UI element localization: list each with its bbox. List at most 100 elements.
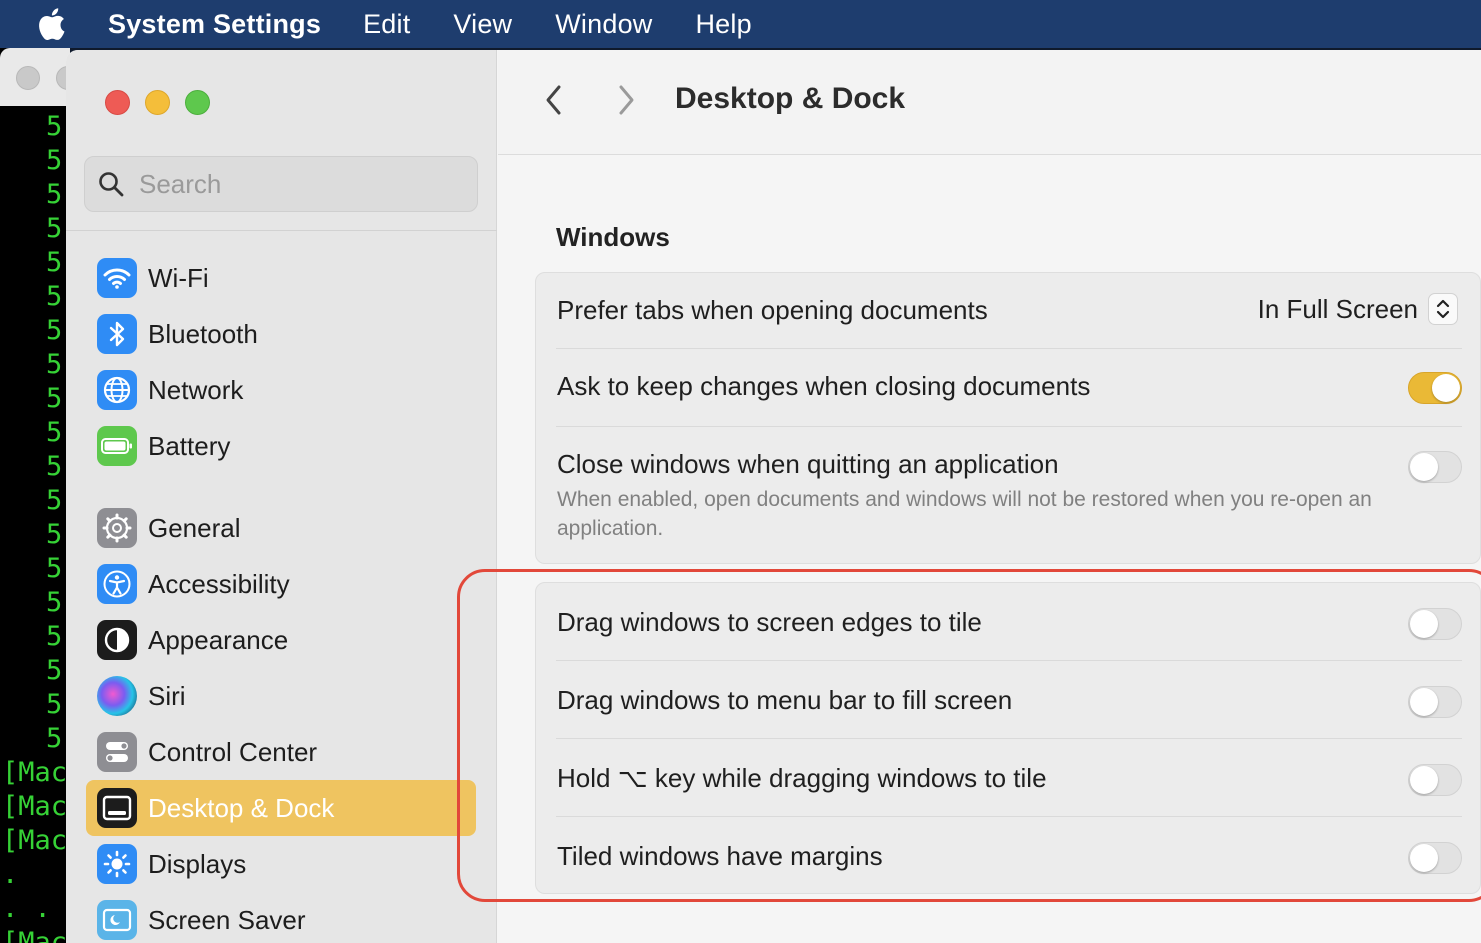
terminal-line: 5 (46, 315, 63, 346)
sidebar-item-screen-saver[interactable]: Screen Saver (86, 892, 476, 943)
sidebar-item-label: Accessibility (148, 568, 290, 599)
terminal-line: 5 (46, 485, 63, 516)
tile-edges-label: Drag windows to screen edges to tile (557, 607, 982, 637)
terminal-output: 5 5 5 5 5 5 5 5 5 5 5 5 5 5 5 5 5 5 5 [M… (0, 110, 70, 943)
terminal-line: [Mac (2, 757, 68, 788)
sidebar-item-label: Displays (148, 848, 247, 879)
ask-keep-changes-label: Ask to keep changes when closing documen… (557, 371, 1091, 401)
appearance-icon (97, 620, 137, 660)
menu-app-name[interactable]: System Settings (108, 9, 321, 40)
terminal-line: 5 (46, 247, 63, 278)
menu-window[interactable]: Window (555, 9, 652, 40)
fill-screen-row: Drag windows to menu bar to fill screen (536, 661, 1462, 739)
menu-view[interactable]: View (453, 9, 512, 40)
menu-edit[interactable]: Edit (363, 9, 410, 40)
terminal-line: [Mac (2, 791, 68, 822)
tile-edges-toggle[interactable] (1408, 608, 1462, 640)
zoom-window-button[interactable] (185, 90, 210, 115)
prefer-tabs-value: In Full Screen (1257, 293, 1418, 324)
battery-icon (97, 426, 137, 466)
sidebar-item-control-center[interactable]: Control Center (86, 724, 476, 780)
hold-option-row: Hold ⌥ key while dragging windows to til… (536, 739, 1462, 817)
tile-margins-label: Tiled windows have margins (557, 841, 883, 871)
sidebar-item-displays[interactable]: Displays (86, 836, 476, 892)
tile-margins-toggle[interactable] (1408, 842, 1462, 874)
ask-keep-changes-row: Ask to keep changes when closing documen… (536, 349, 1462, 427)
fill-screen-toggle[interactable] (1408, 686, 1462, 718)
tile-edges-row: Drag windows to screen edges to tile (536, 583, 1462, 661)
terminal-line: [Mac (2, 927, 68, 943)
terminal-line: 5 (46, 349, 63, 380)
sidebar-item-label: Control Center (148, 736, 318, 767)
fill-screen-label: Drag windows to menu bar to fill screen (557, 685, 1013, 715)
close-windows-row: Close windows when quitting an applicati… (536, 427, 1462, 565)
globe-icon (97, 370, 137, 410)
system-settings-window: Wi-Fi Bluetooth Network Battery General (66, 50, 1481, 943)
control-center-icon (97, 732, 137, 772)
terminal-line: 5 (46, 621, 63, 652)
tile-margins-row: Tiled windows have margins (536, 817, 1462, 895)
hold-option-toggle[interactable] (1408, 764, 1462, 796)
bluetooth-icon (97, 314, 137, 354)
apple-menu-icon[interactable] (0, 7, 108, 41)
page-title: Desktop & Dock (675, 82, 906, 115)
close-windows-label: Close windows when quitting an applicati… (557, 449, 1059, 479)
sidebar-item-desktop-dock[interactable]: Desktop & Dock (86, 780, 476, 836)
sidebar-item-siri[interactable]: Siri (86, 668, 476, 724)
menu-help[interactable]: Help (695, 9, 751, 40)
sidebar-item-label: General (148, 512, 241, 543)
sidebar-item-battery[interactable]: Battery (86, 418, 476, 474)
up-down-chevron-icon (1428, 293, 1458, 325)
terminal-line: 5 (46, 145, 63, 176)
back-button[interactable] (538, 82, 570, 118)
sidebar-item-label: Network (148, 374, 244, 405)
menu-bar: System Settings Edit View Window Help (0, 0, 1481, 48)
toolbar: Desktop & Dock (498, 50, 1481, 155)
terminal-line: 5 (46, 553, 63, 584)
windows-settings-group: Prefer tabs when opening documents In Fu… (535, 272, 1481, 564)
sidebar-item-label: Appearance (148, 624, 289, 655)
sidebar-item-appearance[interactable]: Appearance (86, 612, 476, 668)
sidebar-item-accessibility[interactable]: Accessibility (86, 556, 476, 612)
terminal-line: 5 (46, 451, 63, 482)
terminal-line: 5 (46, 519, 63, 550)
forward-button[interactable] (610, 82, 642, 118)
prefer-tabs-popup[interactable]: In Full Screen (1258, 293, 1458, 325)
terminal-line: 5 (46, 179, 63, 210)
close-window-button[interactable] (105, 90, 130, 115)
sidebar-item-label: Siri (148, 680, 186, 711)
sidebar-item-label: Desktop & Dock (148, 792, 335, 823)
terminal-line: 5 (46, 111, 63, 142)
content-pane: Desktop & Dock Windows Prefer tabs when … (498, 50, 1481, 943)
close-windows-toggle[interactable] (1408, 451, 1462, 483)
screen-saver-icon (97, 900, 137, 940)
terminal-close-icon (16, 66, 40, 90)
terminal-line: . . (2, 893, 51, 924)
search-icon (97, 170, 125, 198)
terminal-line: 5 (46, 689, 63, 720)
close-windows-description: When enabled, open documents and windows… (557, 488, 1372, 540)
terminal-line: 5 (46, 417, 63, 448)
section-title-windows: Windows (556, 222, 670, 252)
tiling-settings-group: Drag windows to screen edges to tile Dra… (535, 582, 1481, 894)
sun-icon (97, 844, 137, 884)
hold-option-label: Hold ⌥ key while dragging windows to til… (557, 763, 1047, 793)
terminal-line: 5 (46, 383, 63, 414)
search-input[interactable] (139, 168, 459, 200)
terminal-line: . (2, 859, 19, 890)
sidebar-item-wifi[interactable]: Wi-Fi (86, 250, 476, 306)
sidebar-item-network[interactable]: Network (86, 362, 476, 418)
search-field[interactable] (84, 156, 478, 212)
sidebar-item-label: Wi-Fi (148, 262, 209, 293)
terminal-titlebar (0, 48, 70, 106)
sidebar-item-bluetooth[interactable]: Bluetooth (86, 306, 476, 362)
terminal-line: 5 (46, 723, 63, 754)
sidebar-item-label: Screen Saver (148, 904, 306, 935)
minimize-window-button[interactable] (145, 90, 170, 115)
dock-icon (97, 788, 137, 828)
prefer-tabs-row: Prefer tabs when opening documents In Fu… (536, 273, 1462, 349)
accessibility-icon (97, 564, 137, 604)
sidebar-item-general[interactable]: General (86, 500, 476, 556)
siri-icon (97, 676, 137, 716)
ask-keep-changes-toggle[interactable] (1408, 372, 1462, 404)
